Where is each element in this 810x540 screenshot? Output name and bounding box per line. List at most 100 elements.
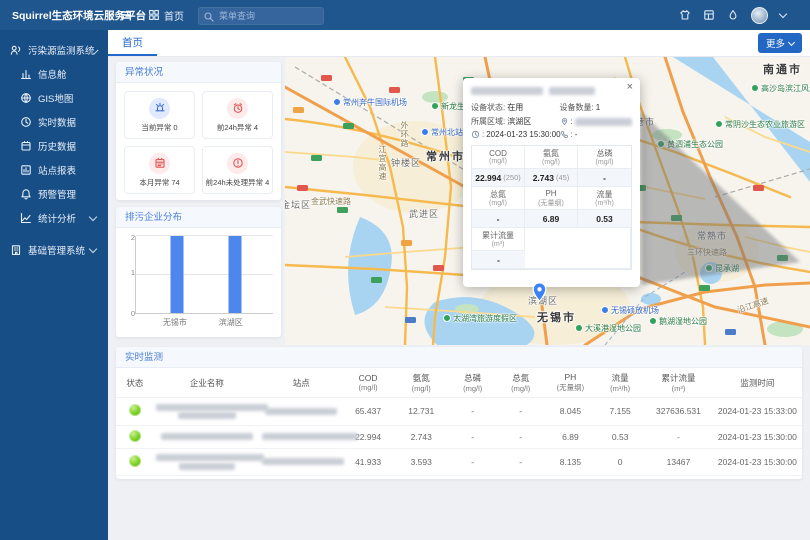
table-cell: - <box>644 425 713 448</box>
table-cell: 2.743 <box>394 425 449 448</box>
sidebar-item-4[interactable]: 站点报表 <box>0 158 108 182</box>
x-tick-label: 无锡市 <box>163 317 187 328</box>
enterprise-name-redacted <box>154 448 260 476</box>
column-header: 状态 <box>116 368 154 398</box>
avatar[interactable] <box>751 7 768 24</box>
bar-chart: 210 无锡市滨湖区 <box>116 228 281 328</box>
app-logo: Squirrel生态环境云服务平台 <box>0 8 108 23</box>
chevron-down-icon <box>788 38 795 45</box>
table-row[interactable]: 41.9333.593--8.1350134672024-01-23 15:30… <box>116 448 802 476</box>
column-header: 累计流量(m³) <box>644 368 713 398</box>
bar-无锡市 <box>171 236 184 313</box>
column-header: 流量(m³/h) <box>596 368 644 398</box>
y-tick: 2 <box>122 233 135 242</box>
grid-icon <box>148 9 160 21</box>
flame-icon[interactable] <box>727 6 739 24</box>
table-cell: 65.437 <box>342 398 393 426</box>
enterprise-name-redacted <box>154 425 260 448</box>
sidebar-item-3[interactable]: 历史数据 <box>0 134 108 158</box>
stat-card-0[interactable]: 当前异常0 <box>124 91 195 139</box>
redacted-text <box>471 87 543 95</box>
stat-card-1[interactable]: 前24h异常4 <box>202 91 273 139</box>
search-icon <box>203 9 215 27</box>
table-cell: - <box>497 398 545 426</box>
device-phone: : - <box>560 130 632 139</box>
x-tick-label: 滨湖区 <box>219 317 243 328</box>
close-icon[interactable]: × <box>627 82 633 93</box>
table-cell: 2024-01-23 15:30:00 <box>713 448 802 476</box>
chevron-down-icon <box>89 245 97 253</box>
sidebar-item-2[interactable]: 实时数据 <box>0 110 108 134</box>
layout-icon[interactable] <box>703 6 715 24</box>
sidebar-item-0[interactable]: 信息舱 <box>0 62 108 86</box>
column-header: 总氮(mg/l) <box>497 368 545 398</box>
stat-card-3[interactable]: 前24h未处理异常4 <box>202 146 273 194</box>
table-row[interactable]: 22.9942.743--6.890.53-2024-01-23 15:30:0… <box>116 425 802 448</box>
alarm-clock-icon <box>227 98 248 119</box>
dashboard-icon <box>20 68 32 80</box>
panel-title: 异常状况 <box>116 62 281 83</box>
table-cell: 8.045 <box>545 398 596 426</box>
popup-cell-header: 氨氮(mg/l) <box>525 146 578 169</box>
menu-toggle-icon[interactable] <box>120 6 132 24</box>
popup-cell-value: - <box>472 210 525 228</box>
table-cell: 0 <box>596 448 644 476</box>
chevron-down-icon <box>89 213 97 221</box>
enterprise-distribution-panel: 排污企业分布 210 无锡市滨湖区 <box>116 207 281 337</box>
status-online-dot <box>129 404 141 416</box>
popup-measure-table: COD(mg/l)氨氮(mg/l)总磷(mg/l)22.994(250)2.74… <box>471 145 632 270</box>
table-row[interactable]: 65.43712.731--8.0457.155327636.5312024-0… <box>116 398 802 426</box>
popup-title-redacted <box>471 85 632 97</box>
clock-icon <box>471 130 480 139</box>
search-input[interactable] <box>198 7 324 25</box>
top-header: Squirrel生态环境云服务平台 首页 <box>0 0 810 30</box>
sidebar-item-6[interactable]: 统计分析 <box>0 206 108 230</box>
tab-bar: 首页 更多 <box>108 30 810 57</box>
calendar-icon <box>149 153 170 174</box>
popup-cell-value: 22.994(250) <box>472 169 525 187</box>
device-count: 设备数量: 1 <box>560 102 632 113</box>
table-cell: 0.53 <box>596 425 644 448</box>
table-cell: 7.155 <box>596 398 644 426</box>
tab-home[interactable]: 首页 <box>108 30 157 56</box>
table-cell: 6.89 <box>545 425 596 448</box>
site-name-redacted <box>260 448 342 476</box>
table-cell: 2024-01-23 15:33:00 <box>713 398 802 426</box>
gis-map[interactable]: 常州市钟楼区武进区金坛区无锡市滨湖区南通市常熟市张家港市常州北站常州奔牛国际机场… <box>285 57 810 345</box>
more-button[interactable]: 更多 <box>758 33 802 53</box>
enterprise-name-redacted <box>154 398 260 426</box>
table-cell: 2024-01-23 15:30:00 <box>713 425 802 448</box>
monitor-table: 状态企业名称站点COD(mg/l)氨氮(mg/l)总磷(mg/l)总氮(mg/l… <box>116 368 802 476</box>
sidebar-group-base-system[interactable]: 基础管理系统 <box>0 238 108 262</box>
table-cell: - <box>497 425 545 448</box>
building-icon <box>10 244 22 256</box>
phone-icon <box>560 130 569 139</box>
theme-icon[interactable] <box>679 6 691 24</box>
people-icon <box>10 44 22 56</box>
sidebar-item-1[interactable]: GIS地图 <box>0 86 108 110</box>
popup-cell-value: 0.53 <box>578 210 631 228</box>
device-region: 所属区域: 滨湖区 <box>471 116 560 127</box>
redacted-text <box>575 118 632 126</box>
table-cell: 12.731 <box>394 398 449 426</box>
location-pin-icon <box>560 117 569 126</box>
chevron-down-icon[interactable] <box>779 10 787 18</box>
sidebar-item-5[interactable]: 预警管理 <box>0 182 108 206</box>
siren-icon <box>149 98 170 119</box>
table-cell: - <box>449 398 497 426</box>
trend-icon <box>20 212 32 224</box>
device-info-popup: × 设备状态: 在用 设备数量: 1 所属区域: 滨湖区 <box>463 78 640 287</box>
stat-card-2[interactable]: 本月异常74 <box>124 146 195 194</box>
popup-cell-value: - <box>578 169 631 187</box>
device-address: : <box>560 116 632 127</box>
header-home-nav[interactable]: 首页 <box>148 8 184 23</box>
y-tick: 1 <box>122 268 135 277</box>
column-header: 监测时间 <box>713 368 802 398</box>
column-header: 总磷(mg/l) <box>449 368 497 398</box>
panel-title: 排污企业分布 <box>116 207 281 228</box>
table-cell: - <box>449 425 497 448</box>
sidebar-group-pollution-system[interactable]: 污染源监测系统 <box>0 38 108 62</box>
map-marker[interactable] <box>532 282 547 307</box>
popup-cell-header: 总氮(mg/l) <box>472 187 525 210</box>
table-cell: 327636.531 <box>644 398 713 426</box>
